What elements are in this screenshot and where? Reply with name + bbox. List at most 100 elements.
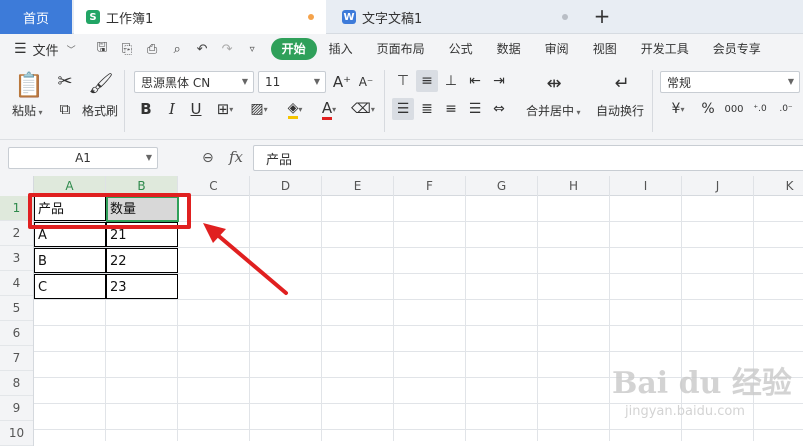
merge-center-button[interactable]: 合并居中 ▾	[526, 102, 581, 119]
row-header[interactable]: 5	[0, 296, 33, 321]
cut-icon[interactable]: ✂	[54, 70, 76, 92]
align-middle-icon[interactable]: ≡	[416, 70, 438, 92]
document-tab-label: 文字文稿1	[362, 11, 423, 27]
column-header[interactable]: K	[754, 176, 803, 196]
decrease-font-icon[interactable]: A⁻	[356, 71, 376, 93]
gridline	[465, 196, 466, 441]
cell-b3[interactable]: 22	[106, 248, 178, 273]
home-tab[interactable]: 首页	[0, 0, 72, 34]
row-headers: 1 2 3 4 5 6 7 8 9 10	[0, 196, 34, 446]
copy-icon[interactable]: ⧉	[54, 98, 76, 120]
currency-button[interactable]: ¥ ▾	[664, 98, 692, 120]
wrap-text-button[interactable]: 自动换行	[596, 102, 644, 119]
hamburger-icon: ☰	[14, 41, 27, 57]
row-header[interactable]: 10	[0, 421, 33, 446]
align-bottom-icon[interactable]: ⊥	[440, 70, 462, 92]
paste-button[interactable]: 粘贴 ▾	[12, 102, 43, 119]
font-color-icon[interactable]: A ▾	[314, 98, 344, 120]
increase-font-icon[interactable]: A⁺	[332, 71, 352, 93]
tab-formulas[interactable]: 公式	[437, 38, 485, 60]
borders-icon[interactable]: ⊞ ▾	[210, 98, 240, 120]
justify-icon[interactable]: ☰	[464, 98, 486, 120]
save-icon[interactable]: 🖫	[90, 38, 115, 60]
number-format-select[interactable]: 常规 ▼	[660, 71, 800, 93]
row-header[interactable]: 3	[0, 246, 33, 271]
format-painter-button[interactable]: 格式刷	[82, 102, 118, 119]
formula-input[interactable]: 产品	[253, 145, 803, 171]
redo-icon[interactable]: ↷	[215, 42, 240, 57]
column-header[interactable]: H	[538, 176, 610, 196]
annotation-box	[28, 193, 191, 229]
align-top-icon[interactable]: ⊤	[392, 70, 414, 92]
tab-review[interactable]: 审阅	[533, 38, 581, 60]
tab-home-ribbon[interactable]: 开始	[270, 38, 317, 60]
font-name-select[interactable]: 思源黑体 CN ▼	[134, 71, 254, 93]
row-header[interactable]: 4	[0, 271, 33, 296]
format-painter-icon[interactable]: 🖌	[88, 70, 114, 96]
print-icon[interactable]: ⎙	[140, 42, 165, 57]
decrease-indent-icon[interactable]: ⇤	[464, 70, 486, 92]
column-header[interactable]: E	[322, 176, 394, 196]
tab-developer[interactable]: 开发工具	[629, 38, 701, 60]
quick-access-toolbar: 🖫 ⎘ ⎙ ⌕ ↶ ↷ ▿	[90, 38, 265, 60]
cell-b4[interactable]: 23	[106, 274, 178, 299]
tab-member[interactable]: 会员专享	[701, 38, 773, 60]
cell-style-icon[interactable]: ▨ ▾	[244, 98, 274, 120]
fill-color-icon[interactable]: ◈ ▾	[280, 98, 310, 120]
clear-format-icon[interactable]: ⌫ ▾	[348, 98, 378, 120]
row-header[interactable]: 9	[0, 396, 33, 421]
tab-view[interactable]: 视图	[581, 38, 629, 60]
function-icon[interactable]: fx	[229, 148, 243, 166]
export-icon[interactable]: ⎘	[115, 42, 140, 57]
print-preview-icon[interactable]: ⌕	[165, 42, 190, 57]
tab-insert[interactable]: 插入	[317, 38, 365, 60]
thousands-button[interactable]: 000	[722, 98, 746, 120]
spreadsheet-icon: S	[86, 10, 100, 24]
paste-icon[interactable]: 📋	[14, 70, 44, 100]
bold-icon[interactable]: B	[136, 98, 156, 120]
percent-button[interactable]: %	[698, 98, 718, 120]
document-tab[interactable]: W 文字文稿1	[330, 0, 580, 34]
wrap-text-icon[interactable]: ↵	[608, 70, 636, 96]
workbook-tab[interactable]: S 工作簿1	[74, 0, 326, 34]
name-box[interactable]: A1 ▼	[8, 147, 158, 169]
gridline	[34, 325, 803, 326]
decrease-decimal-icon[interactable]: .0⁻	[774, 98, 798, 120]
cell-a3[interactable]: B	[34, 248, 106, 273]
increase-decimal-icon[interactable]: ⁺.0	[748, 98, 772, 120]
cell-a4[interactable]: C	[34, 274, 106, 299]
row-header[interactable]: 7	[0, 346, 33, 371]
column-header[interactable]: D	[250, 176, 322, 196]
ribbon: 📋 粘贴 ▾ ✂ ⧉ 🖌 格式刷 思源黑体 CN ▼ 11 ▼ A⁺ A⁻ B I …	[0, 64, 803, 140]
row-header[interactable]: 8	[0, 371, 33, 396]
unsaved-dot-icon	[308, 14, 314, 20]
align-left-icon[interactable]: ☰	[392, 98, 414, 120]
italic-icon[interactable]: I	[162, 98, 182, 120]
undo-icon[interactable]: ↶	[190, 42, 215, 57]
font-size-select[interactable]: 11 ▼	[258, 71, 326, 93]
chevron-down-icon: ▼	[145, 153, 152, 162]
column-header[interactable]: F	[394, 176, 466, 196]
file-menu[interactable]: ☰ 文件 ﹀	[14, 40, 76, 59]
row-header[interactable]: 6	[0, 321, 33, 346]
file-menu-label: 文件	[32, 43, 59, 59]
column-header[interactable]: J	[682, 176, 754, 196]
merge-center-icon[interactable]: ⇹	[540, 70, 568, 96]
tab-page-layout[interactable]: 页面布局	[365, 38, 437, 60]
align-right-icon[interactable]: ≡	[440, 98, 462, 120]
home-tab-label: 首页	[22, 11, 49, 27]
underline-icon[interactable]: U	[186, 98, 206, 120]
column-header[interactable]: I	[610, 176, 682, 196]
new-tab-button[interactable]: +	[590, 4, 614, 28]
increase-indent-icon[interactable]: ⇥	[488, 70, 510, 92]
tab-data[interactable]: 数据	[485, 38, 533, 60]
column-header[interactable]: G	[466, 176, 538, 196]
ribbon-tabs: 开始 插入 页面布局 公式 数据 审阅 视图 开发工具 会员专享	[270, 38, 773, 60]
align-center-icon[interactable]: ≣	[416, 98, 438, 120]
tab-bar: 首页 S 工作簿1 W 文字文稿1 +	[0, 0, 803, 34]
baidu-watermark-url: jingyan.baidu.com	[625, 404, 745, 419]
customize-icon[interactable]: ▿	[240, 44, 265, 55]
distributed-icon[interactable]: ⇔	[488, 98, 510, 120]
zoom-icon[interactable]: ⊖	[202, 150, 214, 166]
gridline	[753, 196, 754, 441]
